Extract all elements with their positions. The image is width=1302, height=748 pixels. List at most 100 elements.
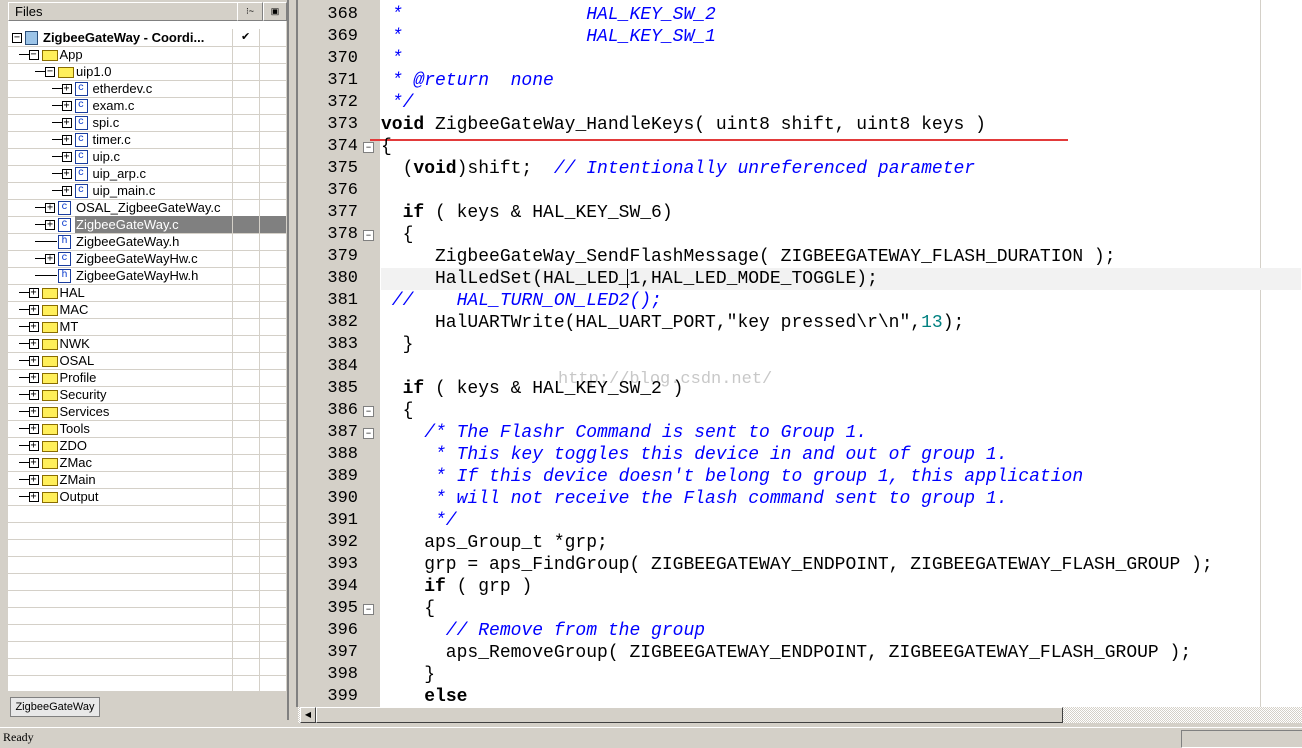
tree-item[interactable]: + c uip.c (8, 148, 286, 166)
tree-item[interactable]: + Profile (8, 369, 286, 387)
tree-item[interactable]: + ZMac (8, 454, 286, 472)
code-line[interactable]: * HAL_KEY_SW_2 (381, 4, 1301, 26)
expand-icon[interactable]: + (28, 390, 39, 400)
fold-collapse-icon[interactable]: − (363, 604, 374, 615)
tree-item[interactable]: + OSAL (8, 352, 286, 370)
code-line[interactable] (381, 356, 1301, 378)
expand-icon[interactable]: + (28, 458, 39, 468)
tree-item[interactable]: h ZigbeeGateWayHw.h (8, 267, 286, 285)
fold-collapse-icon[interactable]: − (363, 142, 374, 153)
tree-item[interactable]: + Output (8, 488, 286, 506)
expand-icon[interactable]: + (28, 356, 39, 366)
code-line[interactable]: } (381, 334, 1301, 356)
tree-item[interactable]: + c uip_arp.c (8, 165, 286, 183)
check-options-icon[interactable]: ⁝~ (237, 2, 263, 21)
collapse-icon[interactable]: − (12, 33, 22, 43)
files-column-header[interactable]: Files (8, 2, 238, 21)
expand-icon[interactable]: + (61, 101, 72, 111)
expand-icon[interactable]: + (28, 424, 39, 434)
expand-icon[interactable]: + (28, 441, 39, 451)
expand-icon[interactable]: + (28, 305, 39, 315)
build-options-icon[interactable]: ▣ (263, 2, 287, 21)
expand-icon[interactable]: + (28, 407, 39, 417)
workspace-tab[interactable]: ZigbeeGateWay (10, 697, 100, 717)
code-line[interactable]: * will not receive the Flash command sen… (381, 488, 1301, 510)
expand-icon[interactable]: + (28, 322, 39, 332)
tree-item[interactable]: + NWK (8, 335, 286, 353)
horizontal-scrollbar[interactable]: ◀ (298, 707, 1302, 723)
tree-item[interactable]: h ZigbeeGateWay.h (8, 233, 286, 251)
code-line[interactable]: * This key toggles this device in and ou… (381, 444, 1301, 466)
expand-icon[interactable]: + (28, 339, 39, 349)
code-line[interactable]: // Remove from the group (381, 620, 1301, 642)
tree-item[interactable]: + c ZigbeeGateWay.c (8, 216, 286, 234)
code-line[interactable]: */ (381, 510, 1301, 532)
tree-item[interactable]: + c uip_main.c (8, 182, 286, 200)
code-line[interactable]: { (381, 224, 1301, 246)
tree-item[interactable]: + HAL (8, 284, 286, 302)
code-line[interactable]: aps_Group_t *grp; (381, 532, 1301, 554)
expand-icon[interactable]: + (28, 475, 39, 485)
expand-icon[interactable]: + (45, 203, 55, 213)
collapse-icon[interactable]: − (28, 50, 39, 60)
expand-icon[interactable]: + (28, 288, 39, 298)
tree-item[interactable]: − App (8, 46, 286, 64)
tree-item[interactable]: + MT (8, 318, 286, 336)
code-line[interactable]: aps_RemoveGroup( ZIGBEEGATEWAY_ENDPOINT,… (381, 642, 1301, 664)
expand-icon[interactable]: + (61, 118, 72, 128)
code-line[interactable]: if ( grp ) (381, 576, 1301, 598)
code-line[interactable]: grp = aps_FindGroup( ZIGBEEGATEWAY_ENDPO… (381, 554, 1301, 576)
tree-item[interactable]: + Services (8, 403, 286, 421)
code-line[interactable]: */ (381, 92, 1301, 114)
code-line[interactable] (381, 180, 1301, 202)
code-line[interactable]: ZigbeeGateWay_SendFlashMessage( ZIGBEEGA… (381, 246, 1301, 268)
code-line[interactable]: * @return none (381, 70, 1301, 92)
expand-icon[interactable]: + (45, 220, 55, 230)
collapse-icon[interactable]: − (45, 67, 55, 77)
expand-icon[interactable]: + (45, 254, 55, 264)
code-editor[interactable]: http://blog.csdn.net/ 368 * HAL_KEY_SW_2… (296, 0, 1302, 707)
code-line[interactable]: { (381, 136, 1301, 158)
tree-item[interactable]: + c timer.c (8, 131, 286, 149)
tree-item[interactable]: + c exam.c (8, 97, 286, 115)
code-line[interactable]: else (381, 686, 1301, 707)
tree-item[interactable]: + c etherdev.c (8, 80, 286, 98)
column-separator (232, 284, 233, 301)
code-line[interactable]: * (381, 48, 1301, 70)
expand-icon[interactable]: + (61, 84, 72, 94)
code-line[interactable]: (void)shift; // Intentionally unreferenc… (381, 158, 1301, 180)
expand-icon[interactable]: + (28, 492, 39, 502)
code-line[interactable]: * If this device doesn't belong to group… (381, 466, 1301, 488)
code-line[interactable]: { (381, 598, 1301, 620)
scroll-left-icon[interactable]: ◀ (300, 707, 316, 723)
code-line[interactable]: if ( keys & HAL_KEY_SW_6) (381, 202, 1301, 224)
expand-icon[interactable]: + (61, 135, 72, 145)
code-line[interactable]: void ZigbeeGateWay_HandleKeys( uint8 shi… (381, 114, 1301, 136)
expand-icon[interactable]: + (61, 152, 72, 162)
code-line[interactable]: HalLedSet(HAL_LED_1,HAL_LED_MODE_TOGGLE)… (381, 268, 1301, 290)
expand-icon[interactable]: + (61, 186, 72, 196)
tree-item[interactable]: + ZDO (8, 437, 286, 455)
tree-item[interactable]: + Tools (8, 420, 286, 438)
code-line[interactable]: { (381, 400, 1301, 422)
code-line[interactable]: // HAL_TURN_ON_LED2(); (381, 290, 1301, 312)
code-line[interactable]: if ( keys & HAL_KEY_SW_2 ) (381, 378, 1301, 400)
tree-item[interactable]: − ZigbeeGateWay - Coordi... ✔ (8, 29, 286, 47)
tree-item[interactable]: + Security (8, 386, 286, 404)
code-line[interactable]: /* The Flashr Command is sent to Group 1… (381, 422, 1301, 444)
expand-icon[interactable]: + (61, 169, 72, 179)
code-line[interactable]: } (381, 664, 1301, 686)
tree-item[interactable]: + c OSAL_ZigbeeGateWay.c (8, 199, 286, 217)
scrollbar-thumb[interactable] (316, 707, 1063, 723)
tree-item[interactable]: + c ZigbeeGateWayHw.c (8, 250, 286, 268)
tree-item[interactable]: − uip1.0 (8, 63, 286, 81)
tree-item[interactable]: + c spi.c (8, 114, 286, 132)
code-line[interactable]: * HAL_KEY_SW_1 (381, 26, 1301, 48)
code-line[interactable]: HalUARTWrite(HAL_UART_PORT,"key pressed\… (381, 312, 1301, 334)
fold-collapse-icon[interactable]: − (363, 428, 374, 439)
tree-item[interactable]: + MAC (8, 301, 286, 319)
tree-item[interactable]: + ZMain (8, 471, 286, 489)
expand-icon[interactable]: + (28, 373, 39, 383)
fold-collapse-icon[interactable]: − (363, 230, 374, 241)
fold-collapse-icon[interactable]: − (363, 406, 374, 417)
